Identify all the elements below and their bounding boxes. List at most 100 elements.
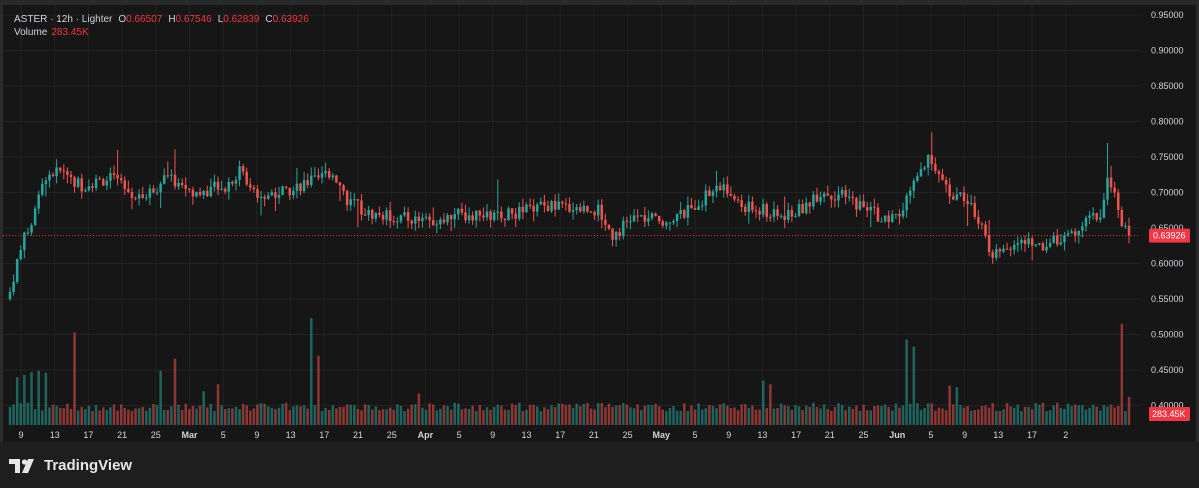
candle-body (449, 215, 453, 220)
volume-bar (629, 407, 632, 425)
candle-body (833, 199, 837, 201)
time-tick-label: 21 (589, 430, 599, 440)
time-tick-label: 13 (757, 430, 767, 440)
candle-body (535, 204, 539, 212)
volume-bar (302, 405, 306, 425)
candle-body (320, 173, 324, 178)
candle-body (869, 206, 873, 211)
volume-bar (643, 405, 647, 425)
volume-bar (962, 407, 966, 425)
time-tick-label: 17 (83, 430, 93, 440)
candle-body (162, 175, 166, 184)
volume-bar (195, 408, 198, 425)
volume-bar (955, 387, 959, 425)
volume-bar (969, 410, 973, 425)
candle-body (374, 213, 378, 219)
volume-bar (700, 409, 704, 425)
volume-bar (1066, 403, 1070, 425)
candle-body (887, 215, 890, 222)
candle-body (507, 208, 510, 221)
candle-body (1012, 244, 1016, 250)
candle-body (435, 224, 439, 226)
volume-bar (310, 318, 313, 425)
volume-bar (399, 405, 403, 425)
candle-body (815, 194, 819, 202)
candle-body (801, 204, 804, 214)
volume-bar (600, 403, 604, 425)
candle-body (937, 171, 941, 175)
volume-bar (657, 406, 661, 425)
volume-bar (180, 409, 184, 425)
candle-body (220, 188, 223, 190)
candlestick-chart[interactable]: 0.550000.600000.650000.700000.750000.800… (3, 5, 1196, 442)
candle-body (912, 180, 916, 191)
volume-bar (977, 409, 980, 425)
candle-body (622, 220, 625, 236)
volume-bar (424, 409, 428, 425)
volume-bar (62, 408, 66, 425)
candle-body (1030, 238, 1034, 246)
volume-bar (532, 404, 535, 425)
candle-body (1002, 248, 1005, 252)
candle-body (855, 198, 858, 210)
volume-bar (804, 405, 808, 425)
time-tick-label: 9 (490, 430, 495, 440)
volume-bar (48, 407, 51, 425)
candle-body (546, 205, 550, 212)
chart-area[interactable]: 0.55000 0.60000 0.65000 0.70000 0.75000 0.800… (3, 5, 1196, 442)
volume-bar (959, 405, 962, 425)
volume-bar (30, 372, 33, 425)
volume-bar (862, 404, 865, 425)
candle-body (733, 195, 736, 200)
volume-bar (815, 407, 819, 425)
time-tick-label: 21 (117, 430, 127, 440)
candle-body (94, 178, 98, 189)
last-price-badge: 0.63926 (1149, 228, 1190, 243)
candle-body (206, 190, 209, 197)
volume-bar (622, 402, 625, 425)
candle-body (966, 201, 969, 205)
candle-body (306, 180, 309, 185)
volume-bar (579, 406, 582, 425)
tradingview-logo[interactable]: TradingView (9, 457, 132, 474)
volume-bar (1020, 410, 1023, 425)
volume-bar (1009, 406, 1012, 425)
volume-bar (457, 403, 460, 425)
volume-bar (33, 409, 37, 425)
candle-body (844, 190, 847, 197)
volume-bar (266, 406, 270, 425)
time-tick-label: 17 (791, 430, 801, 440)
candle-body (216, 181, 220, 190)
candle-body (941, 174, 944, 180)
candle-body (700, 205, 704, 207)
volume-bar (883, 404, 887, 425)
volume-bar (191, 405, 195, 425)
candle-body (1116, 192, 1120, 210)
candle-body (191, 189, 195, 197)
candle-body (471, 215, 474, 221)
volume-bar (887, 407, 890, 425)
candle-body (91, 186, 94, 189)
candle-body (639, 215, 643, 217)
candle-body (1005, 248, 1009, 250)
volume-bar (66, 403, 69, 425)
volume-bar (374, 406, 378, 425)
candle-body (553, 201, 557, 210)
volume-bar (715, 408, 718, 425)
candle-body (478, 210, 482, 216)
volume-bar (819, 408, 822, 425)
candle-body (525, 204, 528, 213)
volume-bar (801, 410, 804, 425)
candle-body (718, 185, 722, 191)
candle-body (166, 175, 170, 177)
volume-bar (1034, 403, 1038, 425)
volume-bar (772, 408, 776, 425)
volume-bar (733, 407, 736, 425)
volume-bar (327, 409, 331, 425)
candle-body (69, 174, 73, 178)
volume-bar (281, 403, 284, 425)
candle-body (575, 207, 578, 211)
volume-bar (514, 405, 517, 425)
volume-bar (105, 410, 109, 425)
candle-body (170, 174, 173, 176)
